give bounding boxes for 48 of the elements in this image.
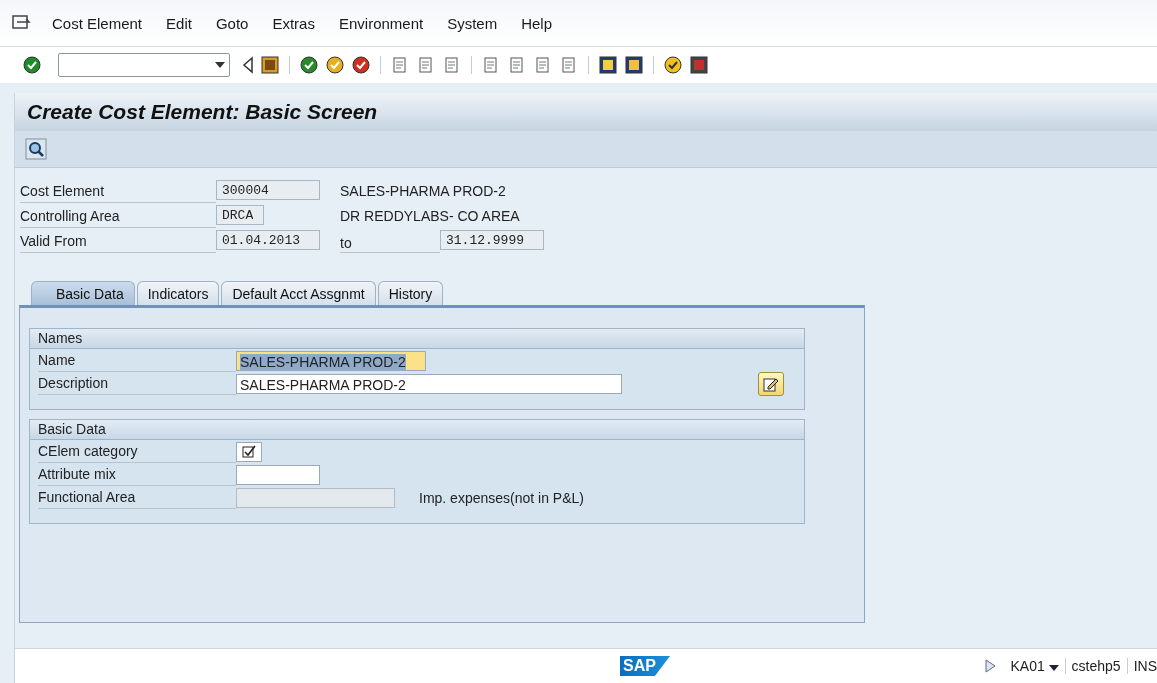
logo: SAP <box>620 656 670 676</box>
menu-item[interactable]: System <box>435 14 510 32</box>
tab[interactable]: Basic Data <box>31 281 135 305</box>
back-triangle-icon[interactable] <box>242 56 254 74</box>
expand-triangle-icon[interactable] <box>984 659 997 673</box>
checkbox[interactable] <box>236 441 262 462</box>
transaction-code[interactable]: KA01 <box>1004 658 1066 674</box>
dropdown-icon <box>215 62 225 68</box>
group-title: Basic Data <box>30 420 804 440</box>
readonly-field: 300004 <box>216 180 320 200</box>
field-label: Controlling Area <box>20 205 216 228</box>
field-description: Imp. expenses(not in P&L) <box>419 489 584 506</box>
checkmark-icon <box>242 445 256 458</box>
field-label: Valid From <box>20 230 216 253</box>
field-label: Attribute mix <box>38 463 236 486</box>
field-description: DR REDDYLABS- CO AREA <box>340 207 521 226</box>
readonly-field: 31.12.9999 <box>440 230 544 250</box>
magnifier-icon[interactable] <box>25 138 47 160</box>
menu-icon[interactable] <box>12 14 32 32</box>
input-field[interactable]: SALES-PHARMA PROD-2 <box>236 350 426 371</box>
readonly-field: 01.04.2013 <box>216 230 320 250</box>
pencil-icon <box>763 375 779 392</box>
menu-item[interactable]: Goto <box>203 14 261 32</box>
menu-item[interactable]: Cost Element <box>40 14 155 32</box>
server-name: cstehp5 <box>1065 658 1128 674</box>
tab[interactable]: Default Acct Assgnmt <box>221 281 376 305</box>
menu-item[interactable]: Environment <box>326 14 436 32</box>
field-label: Cost Element <box>20 180 216 203</box>
group-title: Names <box>30 329 804 349</box>
field-label: Name <box>38 349 236 372</box>
tab[interactable]: History <box>377 281 444 305</box>
menu-item[interactable]: Help <box>509 14 565 32</box>
menu-item[interactable]: Edit <box>154 14 204 32</box>
checkmark-icon[interactable] <box>22 55 42 75</box>
insert-mode: INS <box>1132 658 1157 674</box>
tab[interactable]: Indicators <box>136 281 220 305</box>
dropdown-icon <box>1048 665 1059 671</box>
command-field[interactable] <box>58 53 230 77</box>
screen-title: Create Cost Element: Basic Screen <box>27 100 378 124</box>
field-description: SALES-PHARMA PROD-2 <box>340 182 507 201</box>
readonly-field: DRCA <box>216 205 264 225</box>
field-label: Description <box>38 372 236 395</box>
edit-button[interactable] <box>758 371 784 396</box>
input-field[interactable]: SALES-PHARMA PROD-2 <box>236 373 622 394</box>
field-label: Functional Area <box>38 486 236 509</box>
input-field[interactable] <box>236 464 320 485</box>
field-label: CElem category <box>38 440 236 463</box>
menu-item[interactable]: Extras <box>260 14 327 32</box>
